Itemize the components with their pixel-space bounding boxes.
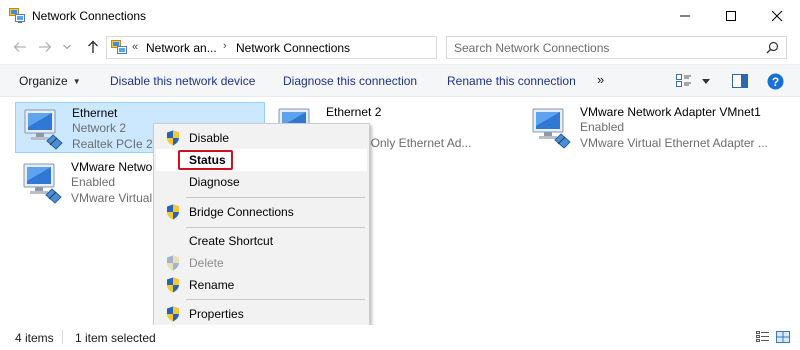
maximize-icon (726, 10, 736, 21)
caret-down-icon (702, 78, 710, 84)
address-row: « Network an... › Network Connections (0, 31, 800, 64)
menu-item-bridge-connections[interactable]: Bridge Connections (156, 201, 367, 223)
uac-shield-icon (167, 130, 179, 146)
adapter-name: Ethernet (72, 106, 118, 120)
uac-shield-icon (167, 255, 179, 271)
minimize-button[interactable] (662, 0, 708, 31)
menu-item-delete[interactable]: Delete (156, 252, 367, 274)
more-commands-button[interactable]: » (597, 72, 604, 87)
menu-item-label: Status (189, 153, 226, 167)
breadcrumb-network-connections[interactable]: Network Connections (236, 41, 350, 55)
network-connections-icon (9, 8, 25, 23)
adapter-name: VMware Network Adapter VMnet1 (580, 105, 761, 119)
command-bar: Organize ▼ Disable this network device Di… (0, 64, 800, 97)
up-arrow-icon (88, 40, 98, 53)
view-options-icon (676, 74, 691, 87)
chevron-down-icon (63, 44, 71, 50)
adapter-name: VMware Netwo (71, 160, 153, 174)
menu-item-label: Bridge Connections (189, 205, 294, 219)
menu-item-create-shortcut[interactable]: Create Shortcut (156, 230, 367, 252)
menu-item-status[interactable]: Status (156, 149, 367, 171)
address-bar[interactable]: « Network an... › Network Connections (106, 36, 531, 59)
context-menu: Disable Status Diagnose Bridge Connectio… (153, 123, 370, 329)
diagnose-connection-button[interactable]: Diagnose this connection (283, 74, 417, 88)
menu-item-disable[interactable]: Disable (156, 127, 367, 149)
menu-item-rename[interactable]: Rename (156, 274, 367, 296)
network-adapter-icon (532, 108, 571, 149)
status-divider (62, 330, 63, 344)
minimize-icon (680, 15, 690, 16)
network-connections-icon (111, 40, 127, 54)
status-bar: 4 items 1 item selected (0, 325, 800, 350)
search-box[interactable] (446, 36, 787, 59)
selected-count: 1 item selected (75, 331, 156, 345)
menu-item-label: Rename (189, 278, 235, 292)
title-bar: Network Connections (0, 0, 800, 31)
help-icon: ? (767, 73, 783, 89)
back-arrow-icon (13, 42, 26, 52)
details-view-icon[interactable] (756, 331, 770, 343)
caret-down-icon: ▼ (72, 77, 81, 86)
adapter-name: Ethernet 2 (326, 105, 382, 119)
forward-button[interactable] (36, 38, 54, 56)
menu-separator (186, 299, 365, 300)
adapter-vmware-vmnet1[interactable]: VMware Network Adapter VMnet1 Enabled VM… (524, 102, 786, 153)
up-button[interactable] (84, 38, 102, 56)
preview-pane-button[interactable] (731, 72, 749, 90)
search-input[interactable] (447, 37, 757, 58)
help-button[interactable]: ? (766, 72, 784, 90)
menu-item-label: Diagnose (189, 175, 240, 189)
menu-separator (186, 197, 365, 198)
adapter-device: VMware Virtual Ethernet Adapter ... (580, 136, 768, 150)
menu-item-label: Properties (189, 307, 244, 321)
uac-shield-icon (167, 277, 179, 293)
organize-label: Organize (19, 74, 68, 88)
change-view-button[interactable] (676, 72, 692, 90)
menu-item-label: Create Shortcut (189, 234, 274, 248)
adapter-device: VMware Virtual (71, 191, 153, 205)
svg-text:?: ? (771, 75, 778, 89)
menu-item-properties[interactable]: Properties (156, 303, 367, 325)
menu-item-label: Delete (189, 256, 224, 270)
view-dropdown-button[interactable] (700, 72, 712, 90)
window-title: Network Connections (32, 9, 147, 23)
breadcrumb-separator[interactable]: › (223, 40, 227, 52)
preview-pane-icon (732, 74, 748, 88)
close-icon (771, 10, 783, 21)
large-icons-view-icon[interactable] (776, 331, 790, 343)
network-adapter-icon (24, 109, 63, 150)
recent-locations-button[interactable] (62, 38, 72, 56)
disable-device-button[interactable]: Disable this network device (110, 74, 255, 88)
breadcrumb-network-and-internet[interactable]: Network an... (146, 41, 217, 55)
close-button[interactable] (754, 0, 800, 31)
maximize-button[interactable] (708, 0, 754, 31)
rename-connection-button[interactable]: Rename this connection (447, 74, 576, 88)
adapter-status: Enabled (71, 175, 116, 189)
adapter-status: Network 2 (72, 121, 127, 135)
connections-view: Ethernet Network 2 Realtek PCIe 2.5 Ethe… (0, 97, 800, 324)
items-count: 4 items (15, 331, 54, 345)
organize-menu[interactable]: Organize ▼ (19, 74, 81, 88)
forward-arrow-icon (39, 42, 52, 52)
address-overflow[interactable]: « (132, 41, 138, 53)
menu-separator (186, 227, 365, 228)
menu-item-label: Disable (189, 131, 230, 145)
uac-shield-icon (167, 306, 179, 322)
search-icon[interactable] (766, 41, 779, 54)
network-adapter-icon (23, 163, 62, 204)
adapter-device: Realtek PCIe 2.5 (72, 137, 163, 151)
uac-shield-icon (167, 204, 179, 220)
adapter-status: Enabled (580, 120, 625, 134)
menu-item-diagnose[interactable]: Diagnose (156, 171, 367, 193)
back-button[interactable] (11, 38, 29, 56)
